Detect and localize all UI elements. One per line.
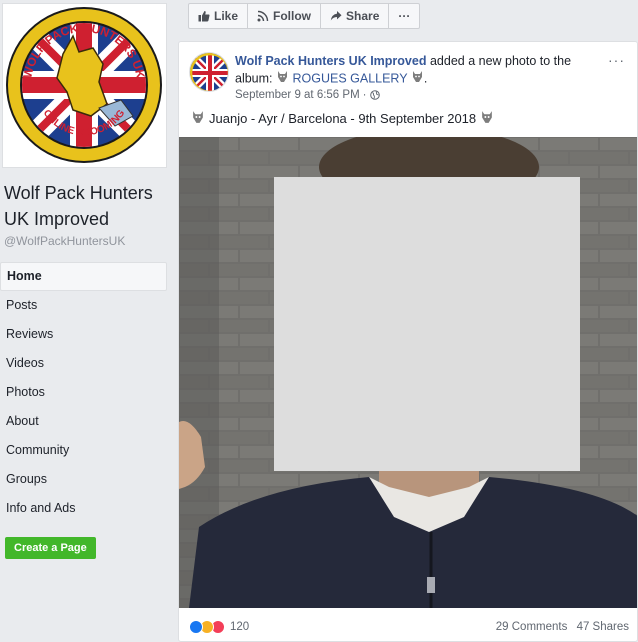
meta-separator: · [362, 89, 367, 101]
page-title[interactable]: Wolf Pack Hunters UK Improved [4, 180, 164, 232]
wolf-emoji-icon [411, 70, 424, 88]
more-icon: ··· [398, 9, 411, 23]
engagement-counts: 29 Comments 47 Shares [490, 621, 629, 633]
page-profile-picture[interactable]: WOLF PACK HUNTERS UK ONLINE GROOMING [2, 3, 167, 168]
redaction-box [274, 177, 580, 471]
rss-icon [257, 10, 269, 22]
post-author-link[interactable]: Wolf Pack Hunters UK Improved [235, 54, 426, 68]
nav-item-photos[interactable]: Photos [0, 378, 167, 407]
nav-item-community[interactable]: Community [0, 436, 167, 465]
like-reaction-icon [189, 620, 203, 634]
comments-count-link[interactable]: 29 Comments [496, 621, 568, 633]
share-arrow-icon [330, 11, 342, 21]
post-author-avatar[interactable] [189, 52, 229, 92]
page-action-bar: Like Follow Share ··· [188, 3, 421, 29]
post-timestamp[interactable]: September 9 at 6:56 PM [235, 89, 360, 101]
share-label: Share [346, 9, 380, 23]
post-photo[interactable] [179, 137, 637, 608]
post-meta: September 9 at 6:56 PM · [235, 89, 380, 101]
page-handle[interactable]: @WolfPackHuntersUK [4, 234, 125, 248]
share-button[interactable]: Share [321, 4, 390, 28]
like-label: Like [214, 9, 239, 23]
nav-item-posts[interactable]: Posts [0, 291, 167, 320]
globe-icon[interactable] [369, 90, 380, 100]
follow-label: Follow [273, 9, 312, 23]
wolf-emoji-icon [480, 110, 494, 127]
wolf-emoji-icon [276, 70, 289, 88]
reactions-summary[interactable]: 120 [189, 620, 249, 634]
post-header: Wolf Pack Hunters UK Improved added a ne… [235, 53, 605, 88]
nav-item-reviews[interactable]: Reviews [0, 320, 167, 349]
caption-text: Juanjo - Ayr / Barcelona - 9th September… [209, 111, 477, 126]
page-nav: Home Posts Reviews Videos Photos About C… [0, 262, 167, 523]
nav-item-info-and-ads[interactable]: Info and Ads [0, 494, 167, 523]
post-card: Wolf Pack Hunters UK Improved added a ne… [178, 41, 638, 642]
post-footer: 120 29 Comments 47 Shares [189, 618, 629, 636]
post-caption: Juanjo - Ayr / Barcelona - 9th September… [191, 110, 631, 127]
nav-item-groups[interactable]: Groups [0, 465, 167, 494]
nav-item-about[interactable]: About [0, 407, 167, 436]
album-link[interactable]: ROGUES GALLERY [292, 71, 407, 85]
post-options-button[interactable]: ··· [608, 52, 625, 68]
nav-item-home[interactable]: Home [0, 262, 167, 291]
create-page-button[interactable]: Create a Page [5, 537, 96, 559]
nav-item-videos[interactable]: Videos [0, 349, 167, 378]
wolf-emoji-icon [191, 110, 205, 127]
page-sidebar: WOLF PACK HUNTERS UK ONLINE GROOMING Wol… [0, 0, 168, 642]
wolf-pack-logo: WOLF PACK HUNTERS UK ONLINE GROOMING [6, 7, 162, 163]
reaction-count: 120 [230, 621, 250, 633]
like-button[interactable]: Like [189, 4, 249, 28]
follow-button[interactable]: Follow [248, 4, 322, 28]
thumbs-up-icon [198, 11, 210, 22]
album-suffix: . [423, 71, 428, 86]
shares-count-link[interactable]: 47 Shares [577, 621, 629, 633]
more-options-button[interactable]: ··· [389, 4, 419, 28]
avatar-logo-icon [190, 53, 228, 91]
